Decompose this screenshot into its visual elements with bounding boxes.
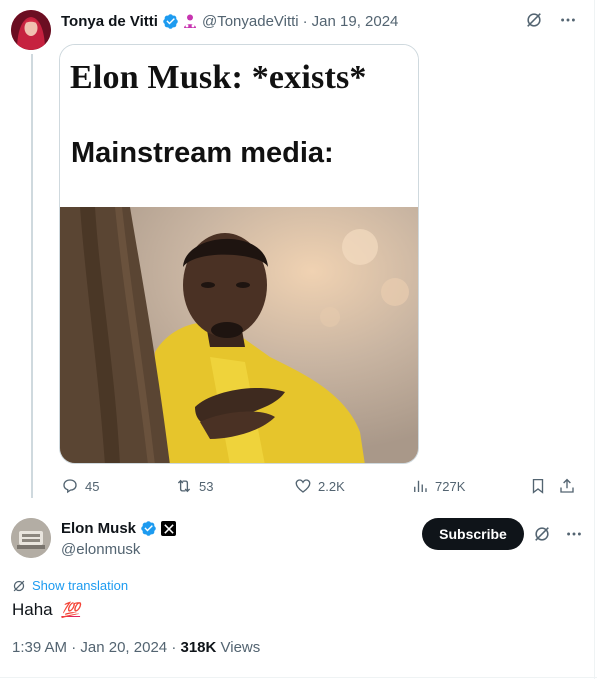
like-icon bbox=[295, 479, 311, 493]
tweet-header: Tonya de Vitti @TonyadeVitti · Jan 19, 2… bbox=[61, 11, 398, 31]
meme-caption-panel: Elon Musk: *exists* Mainstream media: bbox=[60, 45, 418, 207]
reply-button[interactable]: 45 bbox=[61, 476, 99, 496]
views-label: Views bbox=[220, 639, 261, 656]
subscribe-button[interactable]: Subscribe bbox=[422, 518, 524, 550]
tweet-date[interactable]: Jan 20, 2024 bbox=[80, 639, 167, 656]
reply-count: 45 bbox=[85, 478, 100, 494]
like-count: 2.2K bbox=[318, 478, 345, 494]
more-icon[interactable] bbox=[565, 525, 583, 543]
author-name[interactable]: Tonya de Vitti bbox=[61, 13, 158, 30]
bookmark-icon bbox=[532, 478, 544, 494]
share-icon bbox=[560, 478, 574, 493]
author-name[interactable]: Elon Musk bbox=[61, 520, 136, 537]
repost-icon bbox=[177, 479, 191, 493]
verified-icon[interactable] bbox=[140, 520, 157, 537]
show-translation-label: Show translation bbox=[32, 578, 129, 593]
author-handle[interactable]: @elonmusk bbox=[61, 541, 140, 558]
tweet-action-bar: 45 53 2.2K 727K bbox=[61, 476, 581, 496]
meme-photo bbox=[60, 207, 418, 463]
tweet-text-content: Haha bbox=[12, 600, 53, 619]
grok-icon[interactable] bbox=[525, 11, 543, 29]
views-button[interactable]: 727K bbox=[411, 476, 465, 496]
share-button[interactable] bbox=[558, 476, 576, 496]
tweet-top-actions bbox=[533, 525, 583, 543]
views-count: 318K bbox=[180, 639, 217, 656]
tweet-meta: 1:39 AM · Jan 20, 2024 · 318K Views bbox=[12, 639, 260, 656]
hundred-points-icon: 💯 bbox=[61, 602, 81, 619]
repost-count: 53 bbox=[199, 478, 214, 494]
grok-icon[interactable] bbox=[533, 525, 551, 543]
like-button[interactable]: 2.2K bbox=[294, 476, 345, 496]
separator: · bbox=[302, 12, 308, 30]
reply-icon bbox=[63, 479, 77, 494]
show-translation-link[interactable]: Show translation bbox=[12, 578, 128, 593]
author-name-row: Elon Musk bbox=[61, 520, 177, 537]
repost-button[interactable]: 53 bbox=[175, 476, 213, 496]
divider bbox=[594, 0, 595, 679]
tweet-top-actions bbox=[525, 11, 577, 29]
bookmark-button[interactable] bbox=[529, 476, 547, 496]
thread-line bbox=[31, 54, 33, 498]
meme-caption-line1: Elon Musk: *exists* bbox=[70, 59, 367, 96]
separator: · bbox=[171, 639, 177, 656]
x-logo-icon[interactable] bbox=[161, 521, 177, 536]
tweet-media[interactable]: Elon Musk: *exists* Mainstream media: bbox=[59, 44, 419, 464]
avatar[interactable] bbox=[11, 518, 51, 558]
affiliate-icon[interactable] bbox=[182, 13, 198, 29]
views-count: 727K bbox=[435, 478, 466, 494]
author-handle[interactable]: @TonyadeVitti bbox=[202, 13, 299, 30]
separator: · bbox=[71, 639, 77, 656]
tweet-date[interactable]: Jan 19, 2024 bbox=[312, 13, 399, 30]
more-icon[interactable] bbox=[559, 11, 577, 29]
verified-icon[interactable] bbox=[162, 13, 179, 30]
tweet-text: Haha 💯 bbox=[12, 600, 80, 620]
avatar[interactable] bbox=[11, 10, 51, 50]
views-icon bbox=[414, 480, 427, 492]
tweet-time[interactable]: 1:39 AM bbox=[12, 639, 67, 656]
meme-caption-line2: Mainstream media: bbox=[71, 137, 334, 169]
divider bbox=[0, 677, 597, 678]
translate-icon bbox=[13, 580, 25, 591]
